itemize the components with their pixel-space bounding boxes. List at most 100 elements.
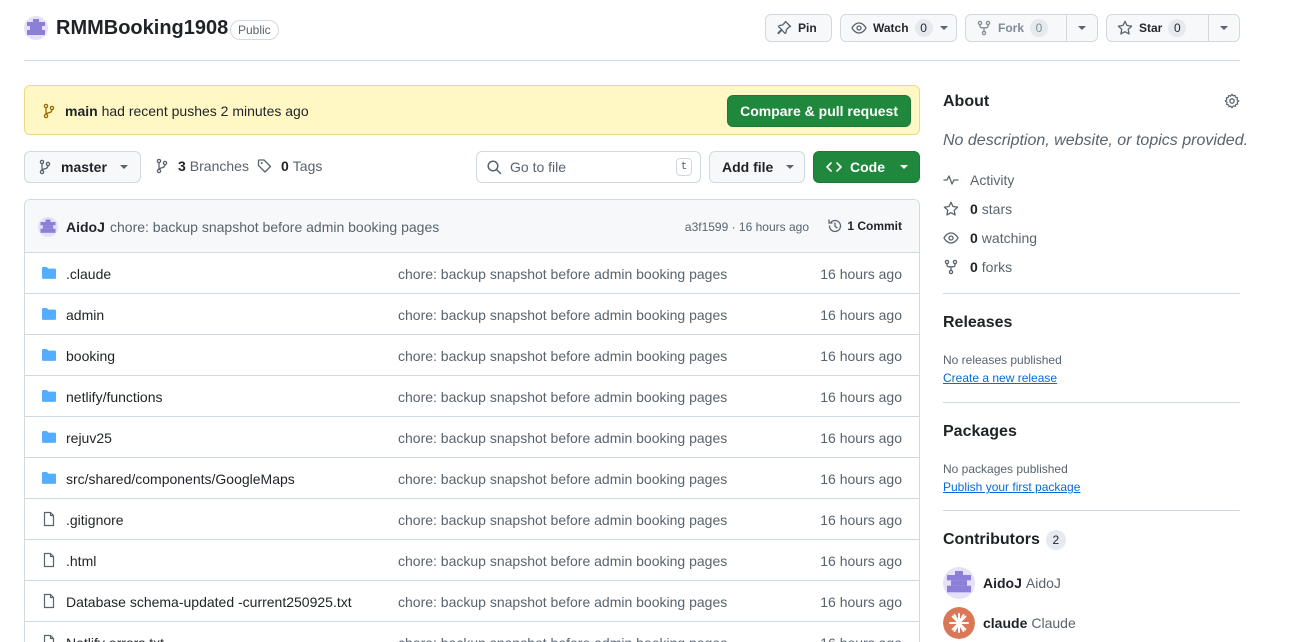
forks-link[interactable]: 0 forks bbox=[943, 259, 1012, 275]
eye-icon bbox=[943, 232, 959, 244]
latest-commit-row: AidoJ chore: backup snapshot before admi… bbox=[25, 200, 919, 253]
contributor-item[interactable]: AidoJ AidoJ bbox=[943, 567, 1061, 599]
code-button[interactable]: Code bbox=[813, 151, 920, 183]
star-count: 0 bbox=[1168, 19, 1187, 37]
code-icon bbox=[826, 159, 842, 175]
chevron-down-icon bbox=[785, 164, 795, 170]
star-icon bbox=[1117, 20, 1133, 36]
fork-dropdown[interactable] bbox=[1067, 15, 1097, 41]
fork-label[interactable]: Fork bbox=[998, 21, 1024, 35]
eye-icon bbox=[851, 20, 867, 36]
file-browser: AidoJ chore: backup snapshot before admi… bbox=[24, 199, 920, 642]
sidebar-divider bbox=[943, 402, 1240, 403]
file-commit-message[interactable]: chore: backup snapshot before admin book… bbox=[398, 594, 727, 610]
pin-button[interactable]: Pin bbox=[765, 14, 832, 42]
chevron-down-icon bbox=[1078, 26, 1086, 30]
table-row[interactable]: src/shared/components/GoogleMaps chore: b… bbox=[25, 458, 919, 499]
file-icon bbox=[41, 511, 57, 527]
file-commit-message[interactable]: chore: backup snapshot before admin book… bbox=[398, 266, 727, 282]
tags-count: 0 bbox=[281, 158, 289, 174]
file-name-link[interactable]: rejuv25 bbox=[66, 430, 112, 446]
history-icon bbox=[828, 219, 842, 233]
file-commit-message[interactable]: chore: backup snapshot before admin book… bbox=[398, 430, 727, 446]
file-commit-message[interactable]: chore: backup snapshot before admin book… bbox=[398, 553, 727, 569]
file-commit-message[interactable]: chore: backup snapshot before admin book… bbox=[398, 348, 727, 364]
file-name-link[interactable]: .html bbox=[66, 553, 96, 569]
chevron-down-icon bbox=[940, 26, 949, 30]
branch-icon bbox=[37, 159, 53, 175]
file-name-link[interactable]: admin bbox=[66, 307, 104, 323]
pin-icon bbox=[776, 20, 792, 36]
compare-pull-request-button[interactable]: Compare & pull request bbox=[727, 95, 911, 127]
packages-heading[interactable]: Packages bbox=[943, 423, 1017, 441]
file-name-link[interactable]: src/shared/components/GoogleMaps bbox=[66, 471, 295, 487]
table-row[interactable]: booking chore: backup snapshot before adm… bbox=[25, 335, 919, 376]
commit-hash-time[interactable]: a3f1599 · 16 hours ago bbox=[685, 220, 809, 234]
file-commit-time: 16 hours ago bbox=[820, 635, 902, 642]
file-commit-message[interactable]: chore: backup snapshot before admin book… bbox=[398, 471, 727, 487]
commit-message[interactable]: chore: backup snapshot before admin book… bbox=[110, 219, 439, 235]
table-row[interactable]: rejuv25 chore: backup snapshot before adm… bbox=[25, 417, 919, 458]
go-to-file-input[interactable]: Go to file t bbox=[476, 151, 701, 183]
table-row[interactable]: Netlify errors.txt chore: backup snapshot… bbox=[25, 622, 919, 642]
gear-icon[interactable] bbox=[1224, 93, 1240, 109]
file-commit-time: 16 hours ago bbox=[820, 553, 902, 569]
file-name-link[interactable]: netlify/functions bbox=[66, 389, 163, 405]
activity-link[interactable]: Activity bbox=[943, 172, 1014, 188]
branches-link[interactable]: 3 Branches bbox=[154, 158, 249, 174]
table-row[interactable]: netlify/functions chore: backup snapshot … bbox=[25, 376, 919, 417]
releases-heading[interactable]: Releases bbox=[943, 314, 1012, 332]
folder-icon bbox=[41, 470, 57, 486]
star-dropdown[interactable] bbox=[1209, 15, 1239, 41]
file-name-link[interactable]: Database schema-updated -current250925.t… bbox=[66, 594, 352, 610]
file-commit-time: 16 hours ago bbox=[820, 389, 902, 405]
table-row[interactable]: .gitignore chore: backup snapshot before … bbox=[25, 499, 919, 540]
file-commit-time: 16 hours ago bbox=[820, 266, 902, 282]
file-commit-message[interactable]: chore: backup snapshot before admin book… bbox=[398, 307, 727, 323]
watch-dropdown[interactable] bbox=[933, 15, 956, 41]
contributors-header[interactable]: Contributors 2 bbox=[943, 530, 1066, 550]
releases-empty-text: No releases published bbox=[943, 353, 1062, 367]
avatar[interactable] bbox=[38, 217, 58, 237]
forks-count: 0 bbox=[970, 259, 978, 275]
go-to-file-shortcut: t bbox=[676, 158, 692, 176]
create-release-link[interactable]: Create a new release bbox=[943, 371, 1057, 385]
file-commit-message[interactable]: chore: backup snapshot before admin book… bbox=[398, 635, 727, 642]
repo-header: RMMBooking1908 Public Pin Watch 0 Fork 0… bbox=[24, 14, 1240, 46]
contributor-item[interactable]: claude Claude bbox=[943, 607, 1076, 639]
watch-label[interactable]: Watch bbox=[873, 21, 909, 35]
branch-select-button[interactable]: master bbox=[24, 151, 141, 183]
table-row[interactable]: .html chore: backup snapshot before admin… bbox=[25, 540, 919, 581]
stars-count: 0 bbox=[970, 201, 978, 217]
fork-icon bbox=[976, 20, 992, 36]
file-name-link[interactable]: .claude bbox=[66, 266, 111, 282]
table-row[interactable]: admin chore: backup snapshot before admin… bbox=[25, 294, 919, 335]
publish-package-link[interactable]: Publish your first package bbox=[943, 480, 1080, 494]
repo-owner-avatar[interactable] bbox=[24, 16, 48, 40]
file-commit-message[interactable]: chore: backup snapshot before admin book… bbox=[398, 512, 727, 528]
banner-branch[interactable]: main bbox=[65, 103, 98, 119]
table-row[interactable]: .claude chore: backup snapshot before adm… bbox=[25, 253, 919, 294]
file-name-link[interactable]: .gitignore bbox=[66, 512, 124, 528]
current-branch-label: master bbox=[61, 159, 107, 175]
star-label[interactable]: Star bbox=[1139, 21, 1162, 35]
repo-name[interactable]: RMMBooking1908 bbox=[56, 17, 228, 40]
contributor-login: claude bbox=[983, 615, 1028, 631]
file-commit-message[interactable]: chore: backup snapshot before admin book… bbox=[398, 389, 727, 405]
add-file-button[interactable]: Add file bbox=[709, 151, 805, 183]
watching-link[interactable]: 0 watching bbox=[943, 230, 1037, 246]
table-row[interactable]: Database schema-updated -current250925.t… bbox=[25, 581, 919, 622]
folder-icon bbox=[41, 429, 57, 445]
file-list: .claude chore: backup snapshot before adm… bbox=[25, 253, 919, 642]
commits-link[interactable]: 1 Commit bbox=[827, 218, 902, 234]
stars-link[interactable]: 0 stars bbox=[943, 201, 1012, 217]
activity-label: Activity bbox=[970, 172, 1015, 188]
watching-label: watching bbox=[981, 230, 1038, 246]
file-name-link[interactable]: booking bbox=[66, 348, 115, 364]
banner-text: main had recent pushes 2 minutes ago bbox=[65, 103, 309, 119]
file-name-link[interactable]: Netlify errors.txt bbox=[66, 635, 164, 642]
packages-empty-text: No packages published bbox=[943, 462, 1068, 476]
commit-author[interactable]: AidoJ bbox=[66, 219, 105, 235]
folder-icon bbox=[41, 388, 57, 404]
tags-link[interactable]: 0 Tags bbox=[257, 158, 322, 174]
